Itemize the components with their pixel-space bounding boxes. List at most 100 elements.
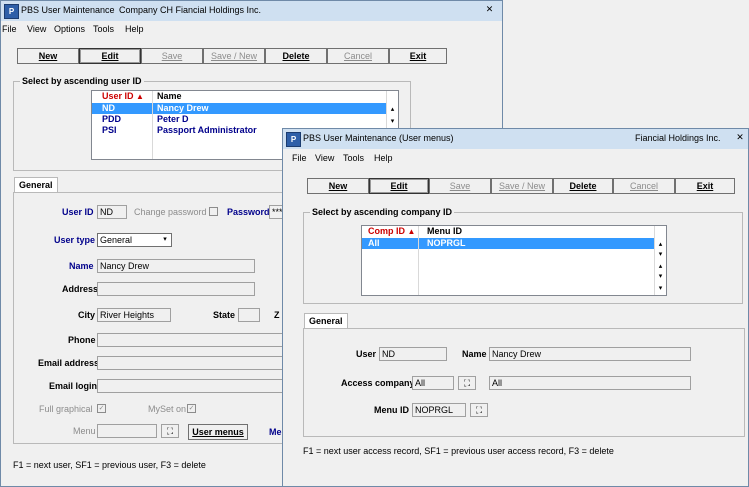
list-item[interactable]: ND Nancy Drew [92, 103, 398, 114]
address-label: Address [62, 284, 99, 294]
binoculars-icon: ⛶ [463, 378, 471, 388]
user-field[interactable]: ND [379, 347, 447, 361]
menu-lookup-button[interactable]: ⛶ [470, 403, 488, 417]
menu-help[interactable]: Help [374, 153, 393, 163]
menu-file[interactable]: File [292, 153, 307, 163]
menu-tools[interactable]: Tools [93, 24, 114, 34]
name-field[interactable]: Nancy Drew [489, 347, 691, 361]
save-button[interactable]: Save [141, 48, 203, 64]
scroll-down-icon[interactable]: ▾ [387, 117, 398, 127]
menu-tools[interactable]: Tools [343, 153, 364, 163]
phone-label: Phone [68, 335, 96, 345]
company-list[interactable]: Comp ID ▲ Menu ID All NOPRGL ▴ ▾ ▴ ▾ ▾ [361, 225, 667, 296]
close-button[interactable]: ✕ [476, 1, 502, 17]
list-item[interactable]: PDD Peter D [92, 114, 398, 125]
access-company-label: Access company [341, 378, 415, 388]
pbs-app-icon: P [286, 132, 301, 147]
user-type-select[interactable]: General ▾ [97, 233, 172, 247]
list-item[interactable]: All NOPRGL [362, 238, 666, 249]
user-label: User [356, 349, 377, 359]
email-login-field[interactable] [97, 379, 285, 393]
city-label: City [78, 310, 96, 320]
column-name[interactable]: Name [157, 91, 182, 103]
delete-button[interactable]: Delete [553, 178, 613, 194]
binoculars-icon: ⛶ [475, 405, 483, 415]
scroll-up-icon[interactable]: ▴ [387, 105, 398, 115]
company-lookup-button[interactable]: ⛶ [458, 376, 476, 390]
menu-lookup-button[interactable]: ⛶ [161, 424, 179, 438]
close-button[interactable]: ✕ [731, 129, 748, 145]
new-button[interactable]: New [307, 178, 369, 194]
menu-label: Menu [73, 426, 96, 436]
menu-help[interactable]: Help [125, 24, 144, 34]
user-menus-button[interactable]: User menus [188, 424, 248, 440]
change-password-checkbox[interactable] [209, 207, 218, 216]
tab-general[interactable]: General [304, 313, 348, 328]
save-new-button[interactable]: Save / New [203, 48, 265, 64]
email-login-label: Email login [49, 381, 98, 391]
column-menu-id[interactable]: Menu ID [427, 226, 462, 238]
user-id-label: User ID [62, 207, 94, 217]
user-select-title: Select by ascending user ID [20, 76, 144, 86]
sort-asc-icon: ▲ [136, 92, 144, 101]
scroll-down-icon[interactable]: ▾ [655, 284, 666, 294]
full-graphical-checkbox[interactable]: ✓ [97, 404, 106, 413]
myset-on-checkbox[interactable]: ✓ [187, 404, 196, 413]
column-comp-id[interactable]: Comp ID ▲ [368, 226, 415, 238]
scroll-up-icon[interactable]: ▴ [655, 262, 666, 272]
edit-button[interactable]: Edit [79, 48, 141, 64]
close-icon: ✕ [485, 4, 494, 14]
email-address-label: Email address [38, 358, 100, 368]
menu-options[interactable]: Options [54, 24, 85, 34]
email-address-field[interactable] [97, 356, 285, 370]
menu-view[interactable]: View [27, 24, 46, 34]
menu-file[interactable]: File [2, 24, 17, 34]
menu-id-label: Menu ID [374, 405, 409, 415]
password-field[interactable]: *** [269, 205, 283, 219]
exit-button[interactable]: Exit [675, 178, 735, 194]
user-menus-window: P PBS User Maintenance (User menus) Fian… [282, 128, 749, 487]
name-field[interactable]: Nancy Drew [97, 259, 255, 273]
window-company: Fiancial Holdings Inc. [635, 133, 721, 143]
scroll-down-icon[interactable]: ▾ [655, 250, 666, 260]
menu-view[interactable]: View [315, 153, 334, 163]
save-new-button[interactable]: Save / New [491, 178, 553, 194]
close-icon: ✕ [736, 132, 744, 142]
chevron-down-icon: ▾ [163, 236, 167, 243]
state-field[interactable] [238, 308, 260, 322]
window-title: PBS User Maintenance (User menus) [303, 133, 454, 143]
change-password-label: Change password [134, 207, 207, 217]
menu-bar: File View Options Tools Help [1, 23, 502, 37]
user-id-field[interactable]: ND [97, 205, 127, 219]
password-label: Password [227, 207, 270, 217]
access-company-field[interactable]: All [412, 376, 454, 390]
tab-general[interactable]: General [14, 177, 58, 192]
cancel-button[interactable]: Cancel [327, 48, 389, 64]
access-company-name-field: All [489, 376, 691, 390]
menu-id-field[interactable]: NOPRGL [412, 403, 466, 417]
full-graphical-label: Full graphical [39, 404, 93, 414]
user-type-label: User type [54, 235, 96, 245]
company-list-scrollbar[interactable]: ▴ ▾ ▴ ▾ ▾ [654, 226, 666, 295]
cancel-button[interactable]: Cancel [613, 178, 675, 194]
column-user-id[interactable]: User ID ▲ [102, 91, 144, 103]
zip-label: Z [274, 310, 280, 320]
name-label: Name [462, 349, 487, 359]
save-button[interactable]: Save [429, 178, 491, 194]
pbs-app-icon: P [4, 4, 19, 19]
phone-field[interactable] [97, 333, 285, 347]
edit-button[interactable]: Edit [369, 178, 429, 194]
scroll-up-icon[interactable]: ▴ [655, 240, 666, 250]
new-button[interactable]: New [17, 48, 79, 64]
menu-field[interactable] [97, 424, 157, 438]
exit-button[interactable]: Exit [389, 48, 447, 64]
delete-button[interactable]: Delete [265, 48, 327, 64]
state-label: State [213, 310, 236, 320]
window-title: PBS User Maintenance [21, 5, 115, 15]
city-field[interactable]: River Heights [97, 308, 171, 322]
title-bar: P PBS User Maintenance (User menus) Fian… [283, 129, 748, 149]
address-field[interactable] [97, 282, 255, 296]
scroll-down-icon[interactable]: ▾ [655, 272, 666, 282]
column-divider [152, 91, 153, 159]
column-divider [418, 226, 419, 295]
